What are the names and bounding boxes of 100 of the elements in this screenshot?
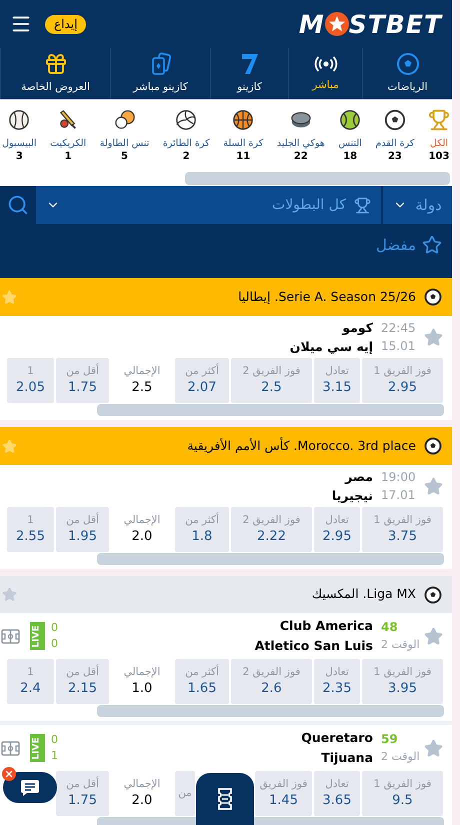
odds-value: 2.5 (132, 379, 152, 397)
odds-value: 2.95 (388, 379, 417, 397)
odds-label: أكثر من (185, 665, 219, 680)
team-name: كومو (340, 319, 373, 337)
odds-value: 1.8 (192, 528, 212, 546)
match-period: الوقت 2 (381, 637, 420, 653)
odds-value: 1.75 (68, 792, 97, 810)
sport-label: الكل (430, 137, 448, 150)
odds-value: 2.55 (16, 528, 45, 546)
match-minute: 59 (381, 731, 398, 748)
team-name: نيجيريا (332, 487, 373, 505)
sport-count: 3 (16, 150, 23, 163)
odds-label: أكثر من (185, 513, 219, 528)
nav-tab[interactable]: الرياضات (362, 48, 452, 99)
sport-label: البيسبول (2, 137, 37, 150)
odds-button[interactable]: 1 2.4 (7, 659, 54, 704)
odds-button[interactable]: 1 2.05 (7, 358, 54, 403)
sport-count: 5 (121, 150, 128, 163)
odds-label: تعادل (325, 513, 349, 528)
odds-value: 2.35 (322, 680, 352, 698)
live-badge: LIVE (30, 734, 45, 762)
sport-label: هوكي الجليد (276, 137, 325, 150)
odds-value: 3.75 (388, 528, 417, 546)
sport-count: 1 (64, 150, 72, 163)
odds-value: 2.05 (16, 379, 45, 397)
country-dropdown[interactable]: دولة (383, 186, 452, 224)
odds-button[interactable]: 1 2.55 (7, 507, 54, 552)
team-name: مصر (344, 468, 373, 486)
odds-value: 2.22 (257, 528, 286, 546)
live-badge: LIVE (30, 622, 45, 650)
odds-label: تعادل (325, 364, 349, 379)
odds-value: 2.6 (261, 680, 282, 698)
odds-value: 9.5 (392, 792, 413, 810)
odds-value: 1.65 (188, 680, 216, 698)
score: 0 (51, 636, 58, 652)
team-name: Club America (278, 617, 373, 635)
nav-tab[interactable]: مباشر (288, 48, 362, 99)
odds-label: فوز الفريق 2 (242, 513, 300, 528)
sport-label: تنس الطاولة (100, 137, 150, 150)
odds-value: 1.0 (132, 680, 152, 698)
odds-label: أقل من (66, 513, 99, 528)
odds-label: أكثر من (185, 364, 219, 379)
nav-tab[interactable]: كازينو مباشر (110, 48, 210, 99)
team-name: Atletico San Luis (254, 637, 373, 655)
sport-count: 18 (343, 150, 358, 163)
odds-label: تعادل (325, 777, 349, 792)
sport-count: 103 (428, 150, 450, 163)
team-name: Queretaro (301, 729, 373, 747)
tournament-dropdown[interactable]: كل البطولات (36, 186, 381, 224)
odds-value: 1.95 (68, 528, 97, 546)
deposit-button[interactable]: إيداع (45, 14, 86, 34)
score: 0 (51, 620, 58, 636)
logo-text: STBET (348, 12, 442, 36)
score: 0 (51, 732, 58, 748)
logo-text: M (298, 12, 325, 36)
odds-value: 3.65 (322, 792, 352, 810)
odds-label: 1 (27, 665, 34, 680)
odds-label: فوز الفريق 2 (242, 364, 300, 379)
odds-value: 2.0 (132, 528, 152, 546)
team-name: إيه سي ميلان (290, 338, 373, 356)
sport-count: 11 (236, 150, 250, 163)
match-time: 19:00 (381, 469, 416, 486)
odds-label: أقل من (66, 665, 99, 680)
odds-label: من (178, 786, 192, 801)
odds-label: الإجمالي (124, 364, 160, 379)
odds-label: الإجمالي (124, 513, 160, 528)
nav-tab[interactable]: كازينو (210, 48, 288, 99)
odds-label: الإجمالي (124, 777, 160, 792)
odds-value: 3.95 (388, 680, 417, 698)
odds-label: 1 (27, 513, 34, 528)
sport-label: كرة السلة (223, 137, 264, 150)
sport-count: 2 (182, 150, 190, 163)
league-title: Morocco. 3rd place. كأس الأمم الأفريقية (187, 436, 416, 455)
odds-value: 1.45 (269, 792, 298, 810)
team-name: Tijuana (320, 749, 373, 767)
odds-label: الإجمالي (124, 665, 160, 680)
odds-label: أقل من (66, 364, 99, 379)
odds-value: 2.5 (261, 379, 282, 397)
odds-label: 1 (27, 364, 34, 379)
league-title: Liga MX. المكسيك (312, 585, 416, 604)
match-period: الوقت 2 (381, 749, 420, 765)
odds-label: فوز الفريق 1 (374, 665, 432, 680)
odds-label: تعادل (325, 665, 349, 680)
sport-count: 22 (294, 150, 308, 163)
favorites-button[interactable]: مفضل (376, 234, 442, 256)
score: 1 (51, 748, 58, 764)
odds-value: 2.95 (322, 528, 352, 546)
sport-count: 23 (388, 150, 402, 163)
nav-tab[interactable]: العروض الخاصة (0, 48, 110, 99)
match-time: 22:45 (381, 320, 416, 337)
odds-value: 3.15 (322, 379, 352, 397)
odds-value: 2.15 (68, 680, 97, 698)
odds-value: 2.0 (132, 792, 152, 810)
odds-label: فوز الفريق (260, 777, 308, 792)
odds-label: فوز الفريق 1 (374, 513, 432, 528)
sport-label: كرة الطائرة (162, 137, 210, 150)
odds-value: 2.07 (188, 379, 216, 397)
odds-label: أقل من (66, 777, 99, 792)
sport-label: التنس (338, 137, 362, 150)
league-title: Serie A. Season 25/26. إيطاليا (238, 288, 416, 306)
